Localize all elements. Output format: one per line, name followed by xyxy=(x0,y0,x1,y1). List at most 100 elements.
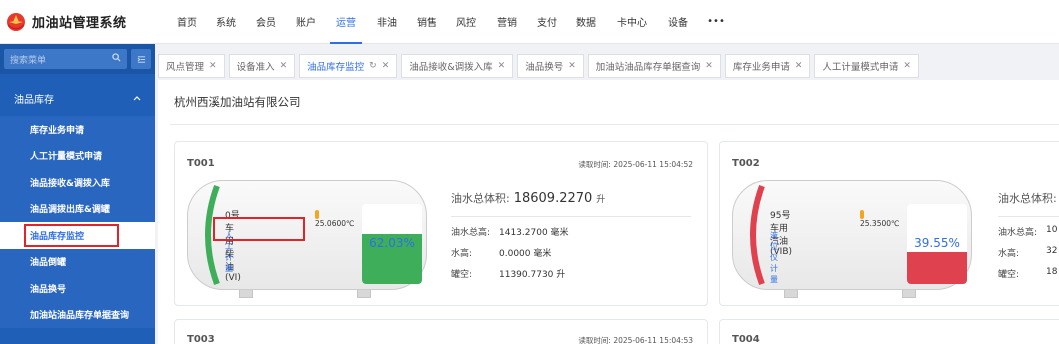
tank-cap-left xyxy=(750,184,765,286)
chevron-up-icon xyxy=(133,93,141,104)
total-volume-label: 油水总体积: xyxy=(451,192,510,205)
search-icon[interactable] xyxy=(112,53,121,65)
read-time: 读取时间: 2025-06-11 15:04:52 xyxy=(578,160,693,169)
tab-label: 加油站油品库存单据查询 xyxy=(595,62,701,73)
nav-marketing[interactable]: 营销 xyxy=(486,0,528,44)
info-row: 罐空: 11390.7730 升 xyxy=(451,267,691,280)
nav-sales[interactable]: 销售 xyxy=(408,0,446,44)
info-row: 油水总高: 10 xyxy=(998,225,1059,238)
tab-bar: 风点管理 ✕ 设备准入 ✕ 油品库存监控 ↻ ✕ 油品接收&调拨入库 ✕ 油品换号 ✕ 加油… xyxy=(158,54,1059,78)
info-row: 水高: 0.0000 毫米 xyxy=(451,246,691,259)
sidebar-item-manual-measure-apply[interactable]: 人工计量模式申请 xyxy=(0,143,155,170)
nav-data[interactable]: 数据 xyxy=(566,0,606,44)
main-content: 杭州西溪加油站有限公司 T001 读取时间: 2025-06-11 15:04:… xyxy=(158,80,1059,344)
tab-label: 油品库存监控 xyxy=(307,62,365,73)
logo-area: 加油站管理系统 xyxy=(0,0,158,44)
info-value: 32 xyxy=(1046,246,1058,256)
highlight-box xyxy=(213,217,305,241)
close-icon[interactable]: ✕ xyxy=(280,61,288,71)
total-volume: 油水总体积: xyxy=(998,190,1059,206)
sidebar: 搜索菜单 油品库存 库存业务申请 人工计量模式申请 油品接收&调拨入库 油品调拨… xyxy=(0,44,155,344)
thermometer-icon xyxy=(860,209,864,219)
tab-label: 库存业务申请 xyxy=(732,62,790,73)
info-value: 10 xyxy=(1046,225,1058,235)
close-icon[interactable]: ✕ xyxy=(498,61,506,71)
tab-oil-change[interactable]: 油品换号 ✕ xyxy=(517,54,584,78)
top-header: 加油站管理系统 首页 系统 会员 账户 运营 非油 销售 风控 营销 支付 数据… xyxy=(0,0,1059,44)
tank-card-t004: T004 xyxy=(719,319,1059,344)
info-label: 罐空: xyxy=(451,270,473,280)
info-value: 0.0000 毫米 xyxy=(499,249,552,259)
nav-account[interactable]: 账户 xyxy=(286,0,326,44)
tab-label: 油品接收&调拨入库 xyxy=(409,62,493,73)
sidebar-item-inventory-apply[interactable]: 库存业务申请 xyxy=(0,116,155,143)
fill-percent: 39.55% xyxy=(914,236,960,250)
tab-risk-point[interactable]: 风点管理 ✕ xyxy=(158,54,225,78)
sidebar-item-label: 库存业务申请 xyxy=(30,125,85,136)
refresh-icon[interactable]: ↻ xyxy=(369,61,377,71)
close-icon[interactable]: ✕ xyxy=(382,61,390,71)
nav-non-oil[interactable]: 非油 xyxy=(366,0,408,44)
tab-manual-measure-apply[interactable]: 人工计量模式申请 ✕ xyxy=(814,54,919,78)
thermometer-icon xyxy=(315,209,319,219)
company-name: 杭州西溪加油站有限公司 xyxy=(174,95,301,109)
sidebar-item-inventory-monitor[interactable]: 油品库存监控 xyxy=(0,222,155,249)
menu-group-label: 油品库存 xyxy=(14,94,54,106)
tab-doc-query[interactable]: 加油站油品库存单据查询 ✕ xyxy=(587,54,721,78)
nav-system[interactable]: 系统 xyxy=(206,0,246,44)
nav-operation[interactable]: 运营 xyxy=(326,0,366,44)
nav-device[interactable]: 设备 xyxy=(658,0,698,44)
total-volume-label: 油水总体积: xyxy=(998,192,1057,205)
close-icon[interactable]: ✕ xyxy=(209,61,217,71)
sidebar-item-oil-receive[interactable]: 油品接收&调拨入库 xyxy=(0,169,155,196)
sidebar-item-label: 油品接收&调拨入库 xyxy=(30,178,110,189)
tab-device-access[interactable]: 设备准入 ✕ xyxy=(228,54,296,78)
sidebar-item-label: 油品倒罐 xyxy=(30,258,67,269)
info-value: 11390.7730 升 xyxy=(499,270,566,280)
close-icon[interactable]: ✕ xyxy=(568,61,576,71)
nav-member[interactable]: 会员 xyxy=(246,0,286,44)
nav-more[interactable]: ••• xyxy=(698,0,734,44)
sidebar-item-tank-transfer[interactable]: 油品倒罐 xyxy=(0,249,155,276)
read-time: 读取时间: 2025-06-11 15:04:53 xyxy=(578,336,693,344)
menu-search-input[interactable]: 搜索菜单 xyxy=(4,49,127,69)
measure-mode-link[interactable]: 液位仪计量 xyxy=(770,230,778,285)
fill-gauge: 62.03% xyxy=(362,204,422,284)
temperature: 25.0600℃ xyxy=(315,209,354,228)
sidebar-item-oil-transfer-out[interactable]: 油品调拨出库&调罐 xyxy=(0,196,155,223)
tank-id: T001 xyxy=(187,158,215,169)
close-icon[interactable]: ✕ xyxy=(795,61,803,71)
close-icon[interactable]: ✕ xyxy=(903,61,911,71)
divider xyxy=(170,124,1059,125)
info-label: 水高: xyxy=(998,249,1020,259)
sidebar-item-doc-query[interactable]: 加油站油品库存单据查询 xyxy=(0,302,155,329)
close-icon[interactable]: ✕ xyxy=(705,61,713,71)
nav-home[interactable]: 首页 xyxy=(168,0,206,44)
tab-label: 人工计量模式申请 xyxy=(822,62,899,73)
nav-card-center[interactable]: 卡中心 xyxy=(606,0,658,44)
nav-risk[interactable]: 风控 xyxy=(446,0,486,44)
fill-percent: 62.03% xyxy=(369,236,415,250)
sidebar-item-oil-change[interactable]: 油品换号 xyxy=(0,275,155,302)
collapse-menu-button[interactable] xyxy=(131,49,151,69)
tank-info: 油水总体积: 18609.2270 升 油水总高: 1413.2700 毫米 水高: 0… xyxy=(451,190,691,288)
divider xyxy=(451,216,691,217)
info-label: 罐空: xyxy=(998,270,1020,280)
sidebar-item-label: 人工计量模式申请 xyxy=(30,152,103,163)
temperature-value: 25.3500℃ xyxy=(860,218,900,228)
tab-inventory-apply[interactable]: 库存业务申请 ✕ xyxy=(724,54,811,78)
app-title: 加油站管理系统 xyxy=(32,16,127,31)
temperature-value: 25.0600℃ xyxy=(315,218,355,228)
menu-group-oil-inventory[interactable]: 油品库存 xyxy=(0,80,155,116)
top-nav: 首页 系统 会员 账户 运营 非油 销售 风控 营销 支付 数据 卡中心 设备 … xyxy=(168,0,734,44)
info-label: 油水总高: xyxy=(998,228,1038,238)
nav-payment[interactable]: 支付 xyxy=(528,0,566,44)
sidebar-item-label: 加油站油品库存单据查询 xyxy=(30,311,130,322)
tab-inventory-monitor[interactable]: 油品库存监控 ↻ ✕ xyxy=(299,54,398,78)
highlight-box xyxy=(24,224,119,247)
tank-card-t003: T003 读取时间: 2025-06-11 15:04:53 xyxy=(174,319,708,344)
tab-oil-receive[interactable]: 油品接收&调拨入库 ✕ xyxy=(401,54,514,78)
temperature: 25.3500℃ xyxy=(860,209,899,228)
tank-card-t002: T002 95号 车用汽油(VIB) 25.3500℃ 液位仪计量 39.55%… xyxy=(719,141,1059,306)
total-volume-unit: 升 xyxy=(596,195,606,205)
